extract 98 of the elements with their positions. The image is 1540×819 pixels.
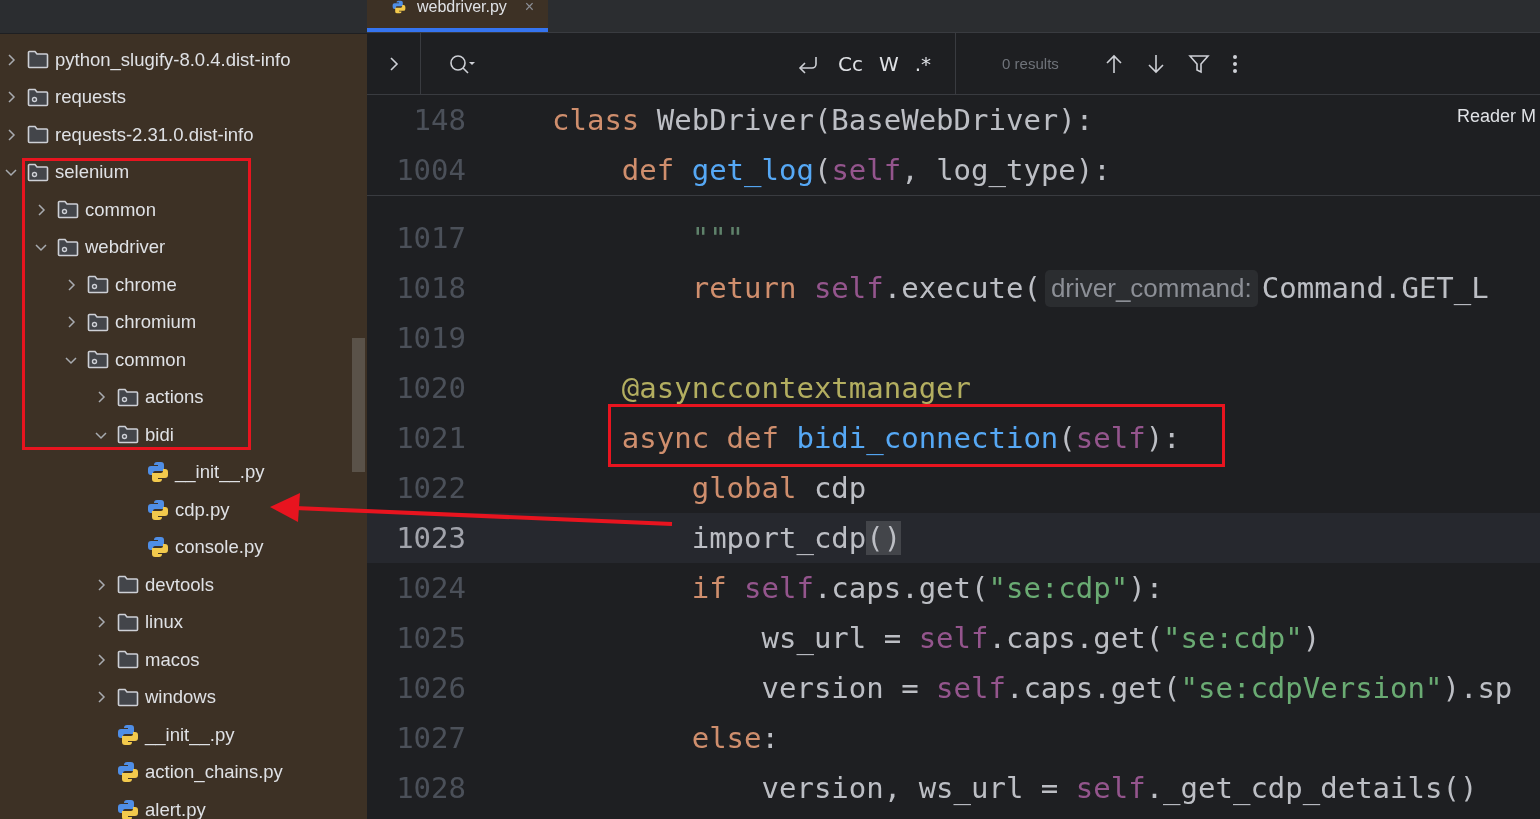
code-token: ( <box>1058 421 1076 455</box>
code-token: @asynccontextmanager <box>620 371 972 405</box>
search-option-toggle[interactable]: .* <box>906 51 940 76</box>
tree-item[interactable]: webdriver <box>0 228 367 266</box>
code-token: cdp <box>813 471 867 505</box>
code-token: : <box>761 721 779 755</box>
package-folder-icon <box>117 387 139 407</box>
tree-item[interactable]: linux <box>0 603 367 641</box>
package-folder-icon <box>87 350 109 370</box>
code-token: self <box>936 671 1006 705</box>
package-folder-icon <box>57 237 79 257</box>
code-token: () <box>866 521 902 555</box>
package-folder-icon <box>27 162 49 182</box>
tree-item[interactable]: actions <box>0 378 367 416</box>
code-token: Command.GET_L <box>1261 271 1489 305</box>
code-token: ).sp <box>1442 671 1513 705</box>
code-token: """ <box>690 221 745 255</box>
python-file-icon <box>117 723 139 746</box>
tree-item[interactable]: console.py <box>0 528 367 566</box>
tree-item[interactable]: bidi <box>0 416 367 454</box>
code-token: ._get_cdp_details() <box>1145 771 1478 805</box>
folder-icon <box>117 650 139 670</box>
code-token: "se:cdpVersion" <box>1180 671 1443 705</box>
tree-item[interactable]: cdp.py <box>0 491 367 529</box>
folder-icon <box>27 125 49 145</box>
tree-item[interactable]: common <box>0 191 367 229</box>
code-token: self <box>918 621 989 655</box>
package-folder-icon <box>87 275 109 295</box>
code-token: return <box>690 271 798 305</box>
python-file-icon <box>117 761 139 784</box>
code-token: ( <box>813 153 832 187</box>
tree-item[interactable]: selenium <box>0 153 367 191</box>
code-token: class <box>552 103 641 137</box>
code-token: self <box>1075 771 1146 805</box>
folder-icon <box>117 687 139 707</box>
tree-item[interactable]: alert.py <box>0 791 367 819</box>
code-token: "se:cdp" <box>988 571 1129 605</box>
code-token: ws_url = <box>760 621 903 655</box>
code-token: else <box>690 721 762 755</box>
tree-item[interactable]: requests-2.31.0.dist-info <box>0 116 367 154</box>
folder-icon <box>27 50 49 70</box>
code-token: get_log <box>691 153 814 187</box>
results-count: 0 results <box>1002 55 1059 72</box>
tree-item[interactable]: python_slugify-8.0.4.dist-info <box>0 41 367 79</box>
code-token: self <box>813 271 884 305</box>
code-token: def <box>620 153 676 187</box>
tree-item[interactable]: __init__.py <box>0 453 367 491</box>
code-token: .execute( <box>883 271 1041 305</box>
code-token: "se:cdp" <box>1163 621 1303 655</box>
line-number: 1023 <box>395 521 466 555</box>
code-token: async def <box>620 421 780 455</box>
folder-icon <box>117 612 139 632</box>
code-token: .caps.get( <box>1005 671 1181 705</box>
close-tab-icon[interactable]: × <box>524 0 535 14</box>
scrollbar-thumb[interactable] <box>352 338 365 472</box>
parameter-hint: driver_command: <box>1044 269 1258 307</box>
search-icon[interactable] <box>448 52 476 75</box>
search-option-toggle[interactable]: Cc <box>830 51 871 76</box>
code-token: self <box>744 571 814 605</box>
python-file-icon <box>147 498 169 521</box>
package-folder-icon <box>87 312 109 332</box>
code-token: self <box>1075 421 1146 455</box>
folder-icon <box>117 575 139 595</box>
package-folder-icon <box>57 200 79 220</box>
tree-item[interactable]: requests <box>0 78 367 116</box>
python-file-icon <box>147 461 169 484</box>
search-option-toggle[interactable]: W <box>870 51 907 76</box>
tree-item[interactable]: macos <box>0 641 367 679</box>
tree-item[interactable]: common <box>0 341 367 379</box>
code-token: version = <box>760 671 920 705</box>
code-token: import_cdp <box>690 521 867 555</box>
down-arrow-icon[interactable] <box>1145 52 1166 75</box>
tree-item[interactable]: chrome <box>0 266 367 304</box>
tree-item[interactable]: action_chains.py <box>0 753 367 791</box>
code-token: WebDriver(BaseWebDriver): <box>656 103 1094 137</box>
filter-icon[interactable] <box>1187 52 1210 75</box>
code-token: version, ws_url = <box>760 771 1060 805</box>
code-token: global <box>690 471 798 505</box>
reader-mode-link[interactable]: Reader M <box>1456 106 1536 127</box>
code-token: bidi_connection <box>796 421 1059 455</box>
editor-tab[interactable]: webdriver.py × <box>367 0 549 32</box>
python-file-icon <box>147 536 169 559</box>
package-folder-icon <box>27 87 49 107</box>
code-token: .caps.get( <box>813 571 989 605</box>
code-token: .caps.get( <box>988 621 1164 655</box>
more-icon[interactable] <box>1231 52 1238 75</box>
code-token: ): <box>1128 571 1164 605</box>
package-folder-icon <box>117 425 139 445</box>
code-token: self <box>831 153 902 187</box>
code-token: ): <box>1145 421 1181 455</box>
tree-item[interactable]: __init__.py <box>0 716 367 754</box>
code-token: ) <box>1302 621 1321 655</box>
code-token: if <box>690 571 728 605</box>
tree-item[interactable]: windows <box>0 678 367 716</box>
tree-item[interactable]: devtools <box>0 566 367 604</box>
tree-item[interactable]: chromium <box>0 303 367 341</box>
code-token: , log_type): <box>901 153 1111 187</box>
python-file-icon <box>117 798 139 819</box>
